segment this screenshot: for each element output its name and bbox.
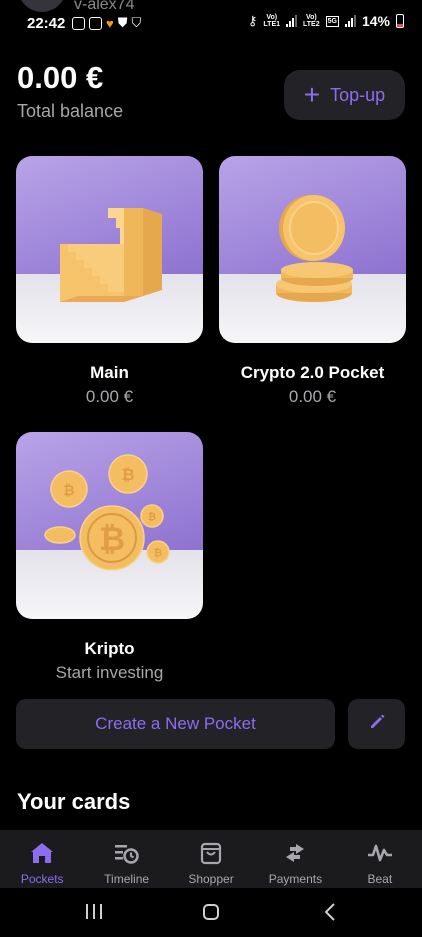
timeline-icon xyxy=(114,840,140,866)
network-lte2: Vo) LTE2 xyxy=(303,14,320,28)
battery-icon xyxy=(396,14,404,28)
network-generation: 5G xyxy=(325,15,339,27)
heart-icon: ♥ xyxy=(106,15,114,31)
recents-icon[interactable] xyxy=(86,904,102,919)
nav-label: Pockets xyxy=(20,872,64,886)
svg-text:₿: ₿ xyxy=(154,547,162,559)
svg-text:₿: ₿ xyxy=(148,511,156,523)
battery-percent: 14% xyxy=(361,13,390,29)
nav-item-pockets[interactable]: Pockets xyxy=(0,830,84,888)
network-lte1: Vo) LTE1 xyxy=(263,14,281,28)
pocket-name: Crypto 2.0 Pocket xyxy=(240,363,385,382)
stairs-illustration xyxy=(16,156,203,343)
notification-icons: ♥ ⛊ ⛉ xyxy=(72,15,141,31)
nav-label: Beat xyxy=(367,872,393,886)
avatar xyxy=(18,0,66,12)
pencil-icon xyxy=(368,713,386,736)
pocket-balance: 0.00 € xyxy=(288,387,337,406)
your-cards-heading: Your cards xyxy=(17,789,131,814)
pulse-icon xyxy=(367,840,393,866)
pocket-balance: 0.00 € xyxy=(85,387,134,406)
pocket-card-kripto[interactable]: ₿ ₿ ₿ ₿ ₿ Kripto Start investing xyxy=(16,432,203,683)
pocket-name: Kripto xyxy=(84,639,135,658)
shield-check-icon: ⛉ xyxy=(131,15,142,30)
edit-pockets-button[interactable] xyxy=(348,699,405,749)
shopping-bag-icon xyxy=(200,840,222,866)
pocket-card-crypto[interactable]: Crypto 2.0 Pocket 0.00 € xyxy=(219,156,406,407)
nav-label: Shopper xyxy=(188,872,234,886)
pocket-name: Main xyxy=(90,363,129,382)
bottom-nav: Pockets Timeline Shopper Payments Beat xyxy=(0,830,422,888)
status-time: 22:42 xyxy=(27,15,66,32)
total-balance-amount: 0.00 € xyxy=(17,60,104,95)
nav-item-beat[interactable]: Beat xyxy=(338,830,422,888)
svg-text:₿: ₿ xyxy=(63,483,74,499)
nav-label: Timeline xyxy=(104,872,150,886)
total-balance-label: Total balance xyxy=(17,101,124,121)
topup-label: Top-up xyxy=(330,84,386,105)
status-right: ⚷ Vo) LTE1 Vo) LTE2 5G 14% xyxy=(248,13,404,29)
key-icon: ⚷ xyxy=(247,13,258,28)
pocket-card-main[interactable]: Main 0.00 € xyxy=(16,156,203,407)
bitcoin-coins-illustration: ₿ ₿ ₿ ₿ ₿ xyxy=(16,432,203,619)
nav-item-payments[interactable]: Payments xyxy=(253,830,337,888)
nav-label: Payments xyxy=(268,872,323,886)
home-icon xyxy=(30,840,54,866)
nav-item-shopper[interactable]: Shopper xyxy=(169,830,253,888)
nav-item-timeline[interactable]: Timeline xyxy=(84,830,168,888)
status-username: v-alex74 xyxy=(74,0,135,13)
gallery-icon xyxy=(89,16,102,30)
create-pocket-button[interactable]: Create a New Pocket xyxy=(16,699,335,749)
topup-button[interactable]: + Top-up xyxy=(284,70,405,120)
shield-icon: ⛊ xyxy=(117,15,128,30)
coin-stack-illustration xyxy=(219,156,406,343)
status-bar: v-alex74 22:42 ♥ ⛊ ⛉ ⚷ Vo) LTE1 Vo) LTE2 5… xyxy=(0,0,422,46)
plus-icon: + xyxy=(303,79,321,110)
transfer-arrows-icon xyxy=(282,840,308,866)
signal-icon-2 xyxy=(344,15,356,27)
svg-text:₿: ₿ xyxy=(99,520,125,558)
svg-text:₿: ₿ xyxy=(121,465,134,484)
notification-icon xyxy=(72,16,85,30)
pocket-subtitle: Start investing xyxy=(55,663,164,682)
home-button-icon[interactable] xyxy=(203,904,219,920)
signal-icon xyxy=(286,15,298,27)
system-nav-bar xyxy=(0,888,422,937)
back-icon[interactable] xyxy=(324,902,336,927)
